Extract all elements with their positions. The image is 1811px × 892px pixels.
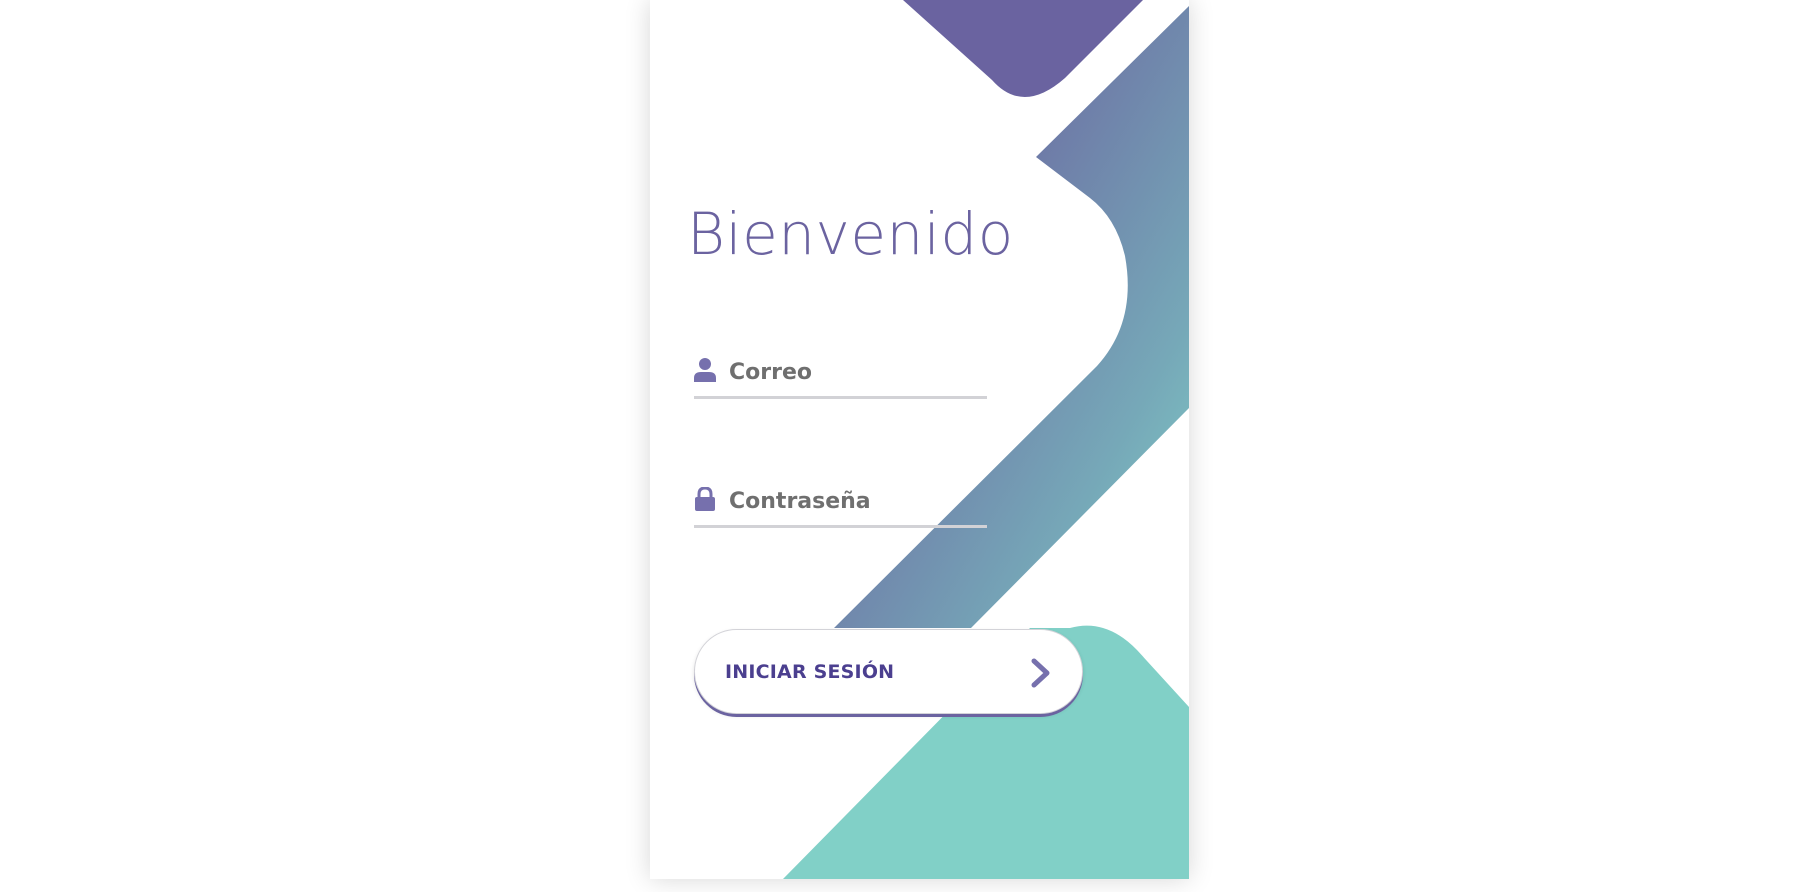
gradient-band-shape [834, 6, 1189, 628]
login-button[interactable]: INICIAR SESIÓN [694, 629, 1083, 714]
login-button-label: INICIAR SESIÓN [725, 661, 895, 683]
decorative-background [783, 0, 1189, 879]
email-field [694, 355, 987, 399]
page-title: Bienvenido [687, 200, 1014, 268]
lock-icon [695, 487, 715, 511]
password-field [694, 484, 987, 528]
password-input[interactable] [729, 486, 979, 516]
top-purple-shape [903, 0, 1143, 98]
login-screen: Bienvenido INICIAR SESIÓN [650, 0, 1189, 879]
chevron-right-icon [1031, 658, 1050, 688]
email-input[interactable] [729, 357, 979, 387]
user-icon [694, 358, 716, 382]
